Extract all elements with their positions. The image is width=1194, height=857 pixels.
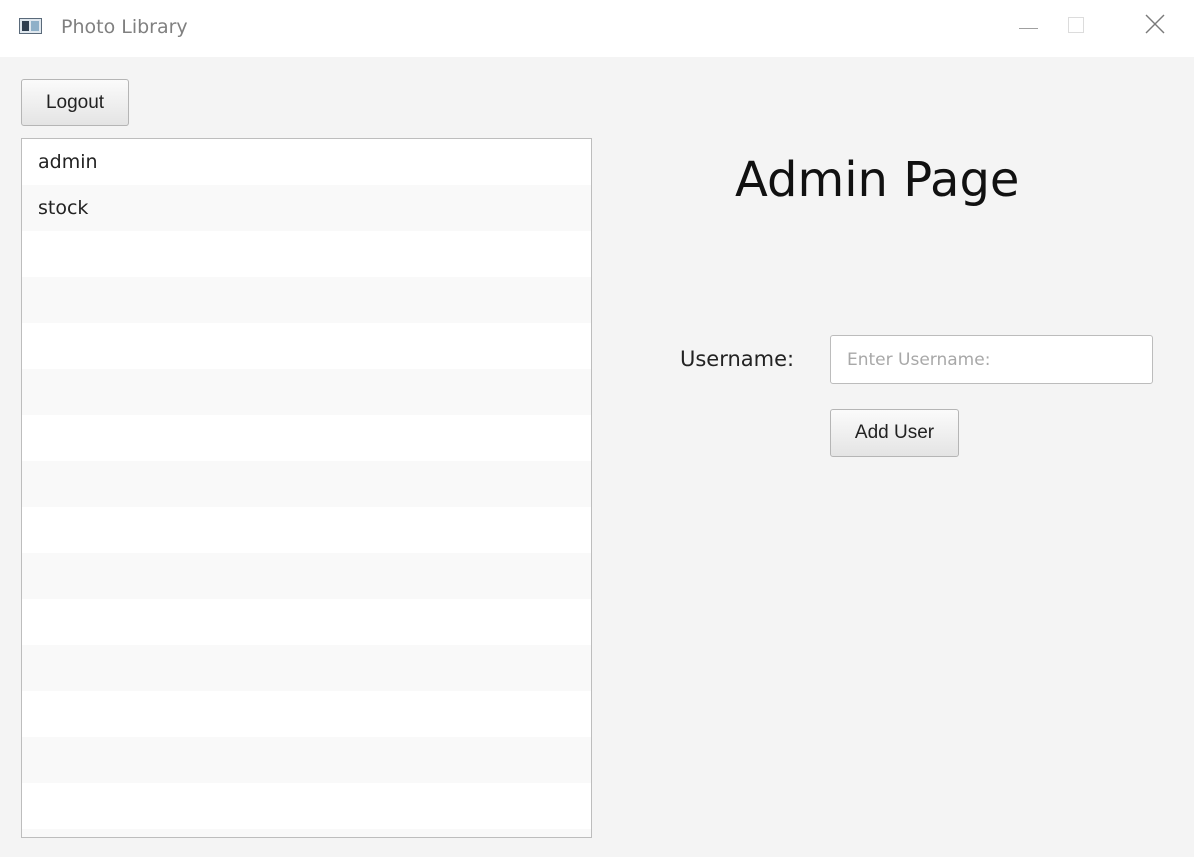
title-bar[interactable]: Photo Library — [0, 0, 1194, 57]
close-button[interactable] — [1126, 0, 1182, 57]
minimize-icon — [1019, 28, 1038, 29]
window-title: Photo Library — [61, 16, 188, 38]
list-item-admin[interactable]: admin — [22, 139, 591, 185]
list-item-stock[interactable]: stock — [22, 185, 591, 231]
page-title: Admin Page — [735, 152, 1020, 208]
logout-button[interactable]: Logout — [21, 79, 129, 126]
app-icon-left-pane — [22, 21, 29, 31]
app-window-icon — [19, 18, 42, 34]
maximize-button[interactable] — [1050, 0, 1106, 57]
username-input[interactable] — [830, 335, 1153, 384]
add-user-button[interactable]: Add User — [830, 409, 959, 457]
maximize-icon — [1068, 17, 1084, 33]
username-label: Username: — [680, 347, 795, 371]
app-window: Photo Library Logout admin stock Admin P… — [0, 0, 1194, 857]
close-icon — [1145, 14, 1165, 34]
app-icon-right-pane — [31, 21, 39, 31]
user-list[interactable]: admin stock — [21, 138, 592, 838]
minimize-button[interactable] — [1000, 0, 1056, 57]
